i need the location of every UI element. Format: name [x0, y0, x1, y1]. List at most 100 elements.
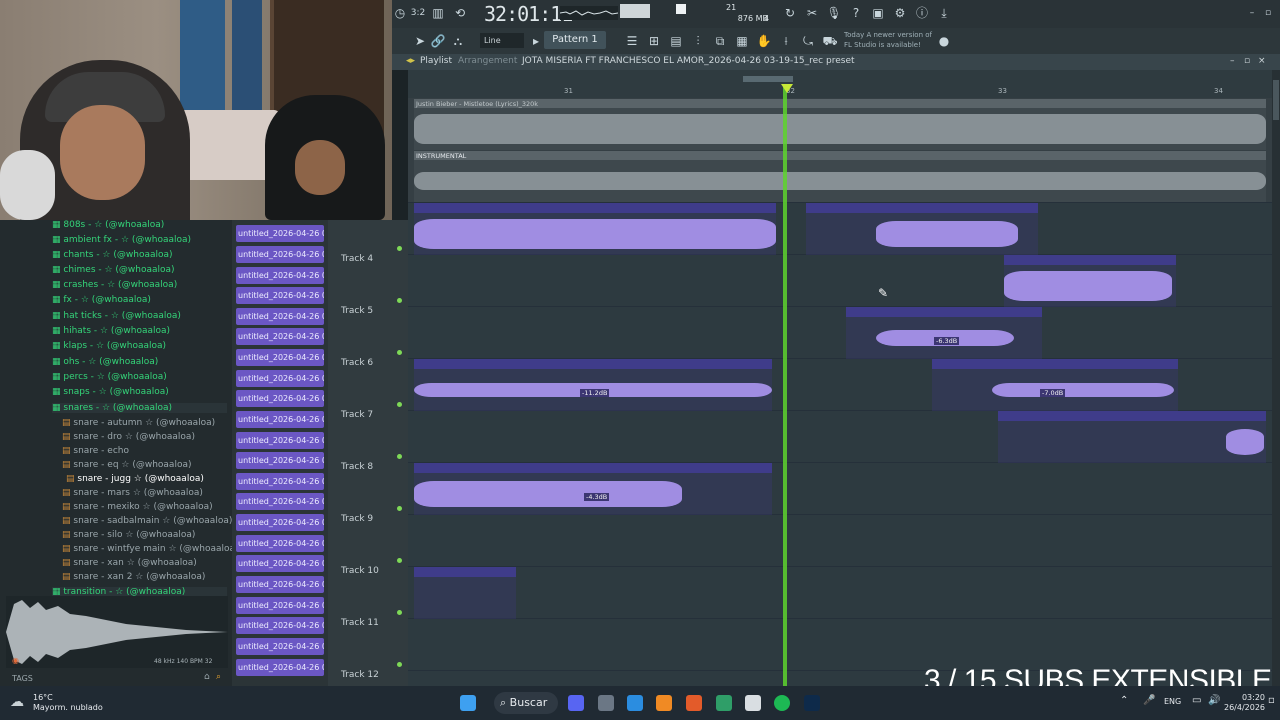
help-icon[interactable]: ?	[848, 5, 864, 21]
channel-button[interactable]: untitled_2026-04-26 01-	[236, 349, 324, 366]
channel-button[interactable]: untitled_2026-04-26 01-	[236, 597, 324, 614]
channel-button[interactable]: untitled_2026-04-26 01-	[236, 638, 324, 655]
audio-clip[interactable]: Justin Bieber - Mistletoe (Lyrics)_320k	[414, 99, 1266, 150]
photoshop-icon[interactable]	[804, 695, 820, 711]
track-label[interactable]: Track 6	[341, 358, 373, 368]
browser-icon[interactable]: ⧉	[712, 33, 728, 49]
windows-start-icon[interactable]	[460, 695, 476, 711]
browser-file[interactable]: ▤ snare - xan ☆ (@whoaaloa)	[62, 558, 197, 568]
loop-icon[interactable]: ⟲	[452, 5, 468, 21]
discord-icon[interactable]	[568, 695, 584, 711]
browser-file[interactable]: ▤ snare - xan 2 ☆ (@whoaaloa)	[62, 572, 205, 582]
audio-clip[interactable]: JOTA MISERIA FT FRANCHESCO..026-04-26 02…	[846, 307, 1042, 359]
record-icon[interactable]: ⤿	[800, 33, 816, 49]
tag-icon[interactable]: ⌂	[204, 672, 210, 682]
fl-studio-icon[interactable]	[656, 695, 672, 711]
browser-folder-open[interactable]: ▦ snares - ☆ (@whoaaloa)	[52, 403, 227, 413]
plugin-icon[interactable]: ⚙	[892, 5, 908, 21]
playlist-arrangement[interactable]: 31 32 33 34 Justin Bieber - Mistletoe (L…	[408, 70, 1272, 686]
tuner-icon[interactable]: ⟊	[778, 33, 794, 49]
explorer-icon[interactable]	[627, 695, 643, 711]
channel-button[interactable]: untitled_2026-04-26 01-	[236, 555, 324, 572]
channel-button[interactable]: untitled_2026-04-26 01-	[236, 267, 324, 284]
chrome-icon[interactable]	[745, 695, 761, 711]
mixer-icon[interactable]: ▥	[430, 5, 446, 21]
audio-clip[interactable]: JOTA MISERIA FT FRANCHESCO EL AMOR_2026-…	[414, 359, 772, 411]
browser-folder[interactable]: ▦ crashes - ☆ (@whoaaloa)	[52, 280, 177, 290]
mixer-faders-icon[interactable]: ⫶	[690, 33, 706, 49]
browser-file[interactable]: ▤ snare - echo	[62, 446, 129, 456]
taskbar-clock[interactable]: 03:20 26/4/2026	[1224, 693, 1265, 713]
audio-clip[interactable]: JOTA MISERIA FT FRANCHESCO EL AMOR_2026-…	[414, 463, 772, 515]
weather-widget[interactable]: 16°C Mayorm. nublado	[33, 693, 103, 713]
channel-button[interactable]: untitled_2026-04-26 01-	[236, 659, 324, 676]
browser-folder[interactable]: ▦ snaps - ☆ (@whoaaloa)	[52, 387, 169, 397]
arrow-icon[interactable]: ➤	[412, 33, 428, 49]
audio-clip[interactable]: JOTA MISERIA FT FRANCHESCO EL AMOR_2026-…	[998, 411, 1266, 463]
track-lane[interactable]	[408, 566, 1272, 619]
track-mute-led[interactable]	[397, 610, 402, 615]
browser-folder[interactable]: ▦ chants - ☆ (@whoaaloa)	[52, 250, 173, 260]
track-lane[interactable]	[408, 306, 1272, 359]
plugin-db-icon[interactable]: ▦	[734, 33, 750, 49]
cart-icon[interactable]: ⛟	[822, 33, 838, 49]
channel-button[interactable]: untitled_2026-04-26 01-	[236, 452, 324, 469]
app-icon[interactable]	[716, 695, 732, 711]
weather-icon[interactable]: ☁	[10, 694, 24, 710]
link-icon[interactable]: 🔗	[430, 33, 446, 49]
track-mute-led[interactable]	[397, 298, 402, 303]
track-label[interactable]: Track 9	[341, 514, 373, 524]
browser-file-selected[interactable]: ▤ snare - jugg ☆ (@whoaaloa)	[66, 474, 204, 484]
window-restore-icon[interactable]: ▫	[1244, 56, 1250, 66]
refresh-icon[interactable]: ↻	[782, 5, 798, 21]
channel-button[interactable]: untitled_2026-04-26 01-	[236, 308, 324, 325]
channel-button[interactable]: untitled_2026-04-26 01-	[236, 535, 324, 552]
channel-button[interactable]: untitled_2026-04-26 01-	[236, 411, 324, 428]
browser-folder[interactable]: ▦ ambient fx - ☆ (@whoaaloa)	[52, 235, 191, 245]
song-scroll-thumb[interactable]	[743, 76, 793, 82]
browser-folder[interactable]: ▦ fx - ☆ (@whoaaloa)	[52, 295, 151, 305]
track-mute-led[interactable]	[397, 558, 402, 563]
track-label[interactable]: Track 4	[341, 254, 373, 264]
track-lane[interactable]	[408, 514, 1272, 567]
tray-chevron-icon[interactable]: ⌃	[1120, 695, 1128, 706]
channel-button[interactable]: untitled_2026-04-26 01-	[236, 432, 324, 449]
timeline-ruler[interactable]: 31 32 33 34	[408, 70, 1272, 99]
track-mute-led[interactable]	[397, 506, 402, 511]
stamp-icon[interactable]: ⛬	[450, 33, 466, 49]
scrollbar-thumb[interactable]	[1273, 80, 1279, 120]
touch-icon[interactable]: ✋	[756, 33, 772, 49]
browser-file[interactable]: ▤ snare - silo ☆ (@whoaaloa)	[62, 530, 195, 540]
track-label[interactable]: Track 11	[341, 618, 379, 628]
playhead-marker-icon[interactable]	[781, 84, 793, 93]
track-label[interactable]: Track 8	[341, 462, 373, 472]
cut-icon[interactable]: ✂	[804, 5, 820, 21]
network-icon[interactable]: ▭	[1192, 695, 1201, 706]
pattern-selector[interactable]: Pattern 1	[544, 31, 606, 49]
browser-folder[interactable]: ▦ 808s - ☆ (@whoaaloa)	[52, 220, 164, 230]
browser-file[interactable]: ▤ snare - mexiko ☆ (@whoaaloa)	[62, 502, 213, 512]
brave-icon[interactable]	[686, 695, 702, 711]
channel-button[interactable]: untitled_2026-04-26 01-	[236, 370, 324, 387]
taskbar-search[interactable]: ⌕ Buscar	[494, 692, 558, 714]
piano-roll-icon[interactable]: ▤	[668, 33, 684, 49]
channel-button[interactable]: untitled_2026-04-26 01-	[236, 225, 324, 242]
audio-clip[interactable]: JOTA MISERIA..9-32_rec preset	[414, 567, 516, 619]
browser-file[interactable]: ▤ snare - sadbalmain ☆ (@whoaaloa)	[62, 516, 232, 526]
audio-clip[interactable]: JOTA MISERIA FT FRANCHESCO EL AMOR_2026-…	[414, 203, 776, 255]
save-icon[interactable]: ▣	[870, 5, 886, 21]
microphone-icon[interactable]: 🎙	[826, 5, 842, 21]
track-mute-led[interactable]	[397, 662, 402, 667]
language-indicator[interactable]: ENG	[1164, 697, 1181, 706]
browser-folder[interactable]: ▦ hat ticks - ☆ (@whoaaloa)	[52, 311, 181, 321]
window-minimize-icon[interactable]: –	[1230, 56, 1235, 66]
browser-folder[interactable]: ▦ percs - ☆ (@whoaaloa)	[52, 372, 167, 382]
browser-file[interactable]: ▤ snare - eq ☆ (@whoaaloa)	[62, 460, 191, 470]
browser-folder[interactable]: ▦ ohs - ☆ (@whoaaloa)	[52, 357, 158, 367]
playlist-icon[interactable]: ☰	[624, 33, 640, 49]
browser-file[interactable]: ▤ snare - mars ☆ (@whoaaloa)	[62, 488, 203, 498]
channel-button[interactable]: untitled_2026-04-26 01-	[236, 473, 324, 490]
speaker-icon[interactable]: ◉	[12, 656, 19, 665]
channel-button[interactable]: untitled_2026-04-26 01-	[236, 390, 324, 407]
playhead-line[interactable]	[783, 84, 787, 686]
